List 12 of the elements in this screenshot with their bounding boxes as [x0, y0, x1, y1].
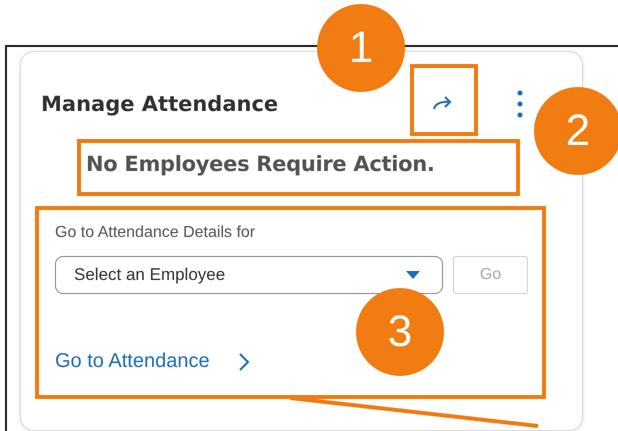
- callout-number: 3: [356, 288, 444, 376]
- chevron-right-icon[interactable]: [238, 352, 250, 372]
- card-title: Manage Attendance: [41, 92, 280, 116]
- highlight-box: [410, 64, 478, 136]
- caret-icon: [406, 271, 420, 279]
- status-message: No Employees Require Action.: [86, 152, 436, 176]
- callout-number: 2: [534, 87, 618, 175]
- callout-number: 1: [317, 4, 405, 92]
- more-menu-icon[interactable]: [517, 90, 523, 118]
- details-label: Go to Attendance Details for: [55, 224, 256, 242]
- attendance-link[interactable]: Go to Attendance: [55, 350, 210, 373]
- employee-dropdown[interactable]: Select an Employee: [55, 256, 443, 294]
